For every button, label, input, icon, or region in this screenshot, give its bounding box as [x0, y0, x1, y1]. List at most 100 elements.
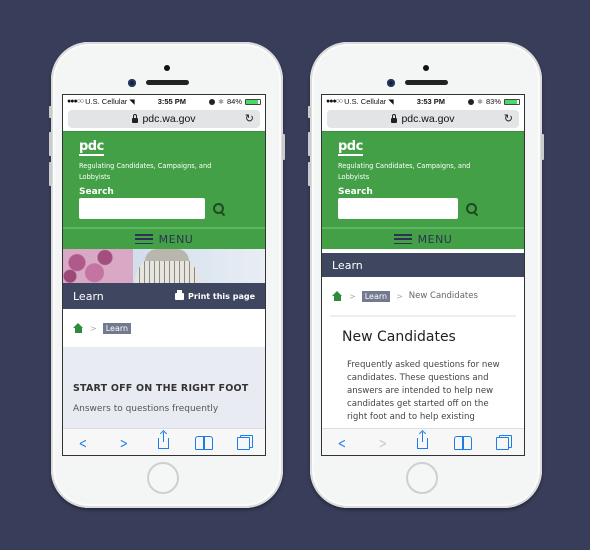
share-icon — [158, 432, 170, 449]
web-page: pdc Regulating Candidates, Campaigns, an… — [63, 131, 265, 429]
tabs-icon — [236, 435, 253, 450]
tabs-icon — [495, 435, 512, 450]
bluetooth-icon: ✱ — [477, 98, 483, 106]
mute-switch — [308, 106, 311, 118]
battery-icon — [504, 98, 520, 105]
battery-icon — [245, 98, 261, 105]
chevron-right-icon: > — [119, 436, 128, 452]
breadcrumb: > Learn > New Candidates — [322, 277, 524, 315]
home-button[interactable] — [406, 462, 438, 494]
section-bar: Learn — [322, 249, 524, 277]
site-tagline: Regulating Candidates, Campaigns, and Lo… — [338, 162, 471, 181]
status-bar: ●●●○○ U.S. Cellular ◥ 3:55 PM ✱ 84% — [63, 95, 265, 108]
bookmarks-button[interactable] — [192, 434, 216, 450]
breadcrumb-learn[interactable]: Learn — [102, 322, 132, 334]
chevron-left-icon: < — [79, 436, 88, 452]
share-button[interactable] — [152, 432, 176, 450]
signal-icon: ●●●○○ — [67, 98, 84, 105]
breadcrumb-learn[interactable]: Learn — [361, 290, 391, 302]
chevron-right-icon: > — [378, 436, 387, 452]
search-label: Search — [79, 187, 114, 197]
url-text: pdc.wa.gov — [142, 113, 196, 125]
menu-button[interactable]: MENU — [63, 227, 265, 249]
section-title: Learn — [332, 258, 363, 272]
carrier-name: U.S. Cellular — [85, 97, 128, 106]
safari-toolbar: < > — [322, 428, 524, 455]
section-title: Learn — [73, 289, 104, 303]
volume-up-button — [49, 132, 52, 156]
print-label: Print this page — [188, 291, 255, 301]
safari-toolbar: < > — [63, 428, 265, 455]
alarm-icon — [468, 98, 475, 105]
home-button[interactable] — [147, 462, 179, 494]
pdc-logo[interactable]: pdc — [79, 139, 249, 156]
chevron-left-icon: < — [338, 436, 347, 452]
hero-image-capitol — [63, 249, 265, 283]
search-icon[interactable] — [213, 202, 225, 215]
tabs-button[interactable] — [233, 434, 257, 450]
proximity-sensor — [423, 65, 429, 71]
search-input[interactable] — [338, 198, 458, 219]
print-page-link[interactable]: Print this page — [175, 289, 255, 301]
signal-icon: ●●●○○ — [326, 98, 343, 105]
bookmarks-button[interactable] — [451, 434, 475, 450]
proximity-sensor — [164, 65, 170, 71]
alarm-icon — [209, 98, 216, 105]
menu-button[interactable]: MENU — [322, 227, 524, 249]
volume-down-button — [49, 162, 52, 186]
web-page: pdc Regulating Candidates, Campaigns, an… — [322, 131, 524, 429]
battery-percent: 84% — [226, 97, 242, 106]
address-bar[interactable]: pdc.wa.gov ↻ — [68, 110, 260, 128]
search-icon[interactable] — [466, 202, 478, 215]
reload-icon[interactable]: ↻ — [245, 112, 254, 125]
screen: ●●●○○ U.S. Cellular ◥ 3:55 PM ✱ 84% pdc.wa… — [62, 94, 266, 456]
back-button[interactable]: < — [330, 434, 354, 452]
breadcrumb-separator: > — [396, 291, 403, 301]
menu-label: MENU — [158, 232, 194, 246]
bluetooth-icon: ✱ — [218, 98, 224, 106]
hamburger-icon — [134, 234, 153, 244]
power-button — [282, 134, 285, 160]
volume-down-button — [308, 162, 311, 186]
home-icon[interactable] — [73, 323, 84, 333]
search-input[interactable] — [79, 198, 205, 219]
content-section: START OFF ON THE RIGHT FOOT Answers to q… — [63, 347, 265, 429]
breadcrumb-current: New Candidates — [408, 291, 478, 301]
phone-left: ●●●○○ U.S. Cellular ◥ 3:55 PM ✱ 84% pdc.wa… — [49, 42, 285, 508]
site-header: pdc Regulating Candidates, Campaigns, an… — [322, 131, 524, 227]
screen: ●●●○○ U.S. Cellular ◥ 3:53 PM ✱ 83% pdc.wa… — [321, 94, 525, 456]
forward-button[interactable]: > — [371, 434, 395, 452]
breadcrumb-separator: > — [349, 291, 356, 301]
content-heading: START OFF ON THE RIGHT FOOT — [73, 383, 249, 394]
forward-button[interactable]: > — [112, 434, 136, 452]
battery-percent: 83% — [485, 97, 501, 106]
earpiece-speaker — [405, 80, 448, 85]
earpiece-speaker — [146, 80, 189, 85]
url-text: pdc.wa.gov — [401, 113, 455, 125]
site-tagline: Regulating Candidates, Campaigns, and Lo… — [79, 162, 212, 181]
content-section: New Candidates Frequently asked question… — [322, 317, 524, 424]
tabs-button[interactable] — [492, 434, 516, 450]
lock-icon — [391, 113, 398, 123]
page-title: New Candidates — [342, 329, 456, 345]
back-button[interactable]: < — [71, 434, 95, 452]
book-icon — [454, 436, 473, 450]
mute-switch — [49, 106, 52, 118]
front-camera — [128, 79, 136, 87]
carrier-name: U.S. Cellular — [344, 97, 387, 106]
reload-icon[interactable]: ↻ — [504, 112, 513, 125]
clock: 3:53 PM — [416, 97, 446, 106]
search-label: Search — [338, 187, 373, 197]
share-button[interactable] — [411, 432, 435, 450]
lock-icon — [132, 113, 139, 123]
share-icon — [417, 432, 429, 449]
book-icon — [195, 436, 214, 450]
phone-right: ●●●○○ U.S. Cellular ◥ 3:53 PM ✱ 83% pdc.wa… — [308, 42, 544, 508]
section-bar: Learn Print this page — [63, 283, 265, 309]
pdc-logo[interactable]: pdc — [338, 139, 508, 156]
address-bar[interactable]: pdc.wa.gov ↻ — [327, 110, 519, 128]
menu-label: MENU — [417, 232, 453, 246]
home-icon[interactable] — [332, 291, 343, 301]
status-bar: ●●●○○ U.S. Cellular ◥ 3:53 PM ✱ 83% — [322, 95, 524, 108]
front-camera — [387, 79, 395, 87]
